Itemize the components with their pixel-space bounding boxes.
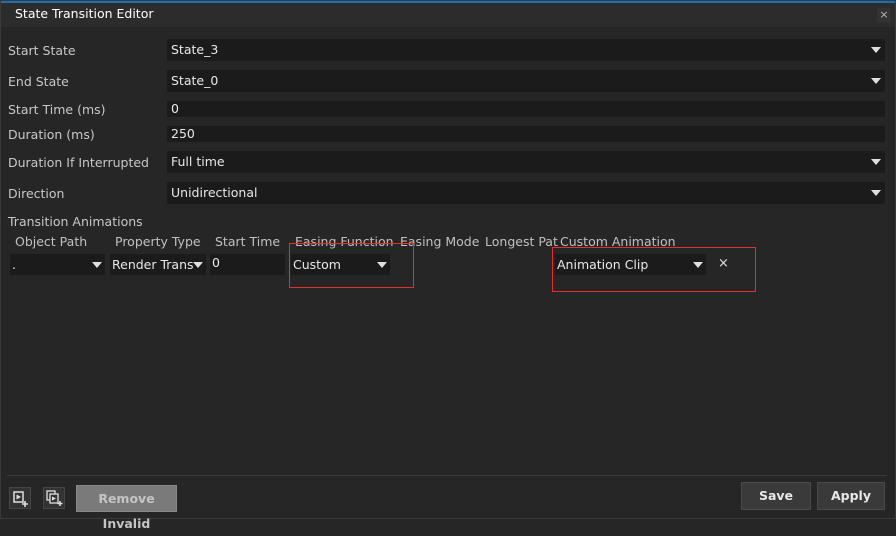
chevron-down-icon bbox=[871, 78, 881, 84]
property-type-value: Render Trans bbox=[112, 257, 194, 272]
duration-interrupted-label: Duration If Interrupted bbox=[8, 155, 149, 170]
object-path-dropdown[interactable]: . bbox=[10, 254, 105, 275]
start-state-value: State_3 bbox=[171, 42, 219, 57]
column-header-object-path: Object Path bbox=[15, 234, 88, 249]
add-animation-icon bbox=[13, 491, 28, 507]
duration-interrupted-value: Full time bbox=[171, 154, 225, 169]
footer-divider bbox=[7, 475, 887, 476]
end-state-dropdown[interactable]: State_0 bbox=[167, 70, 885, 92]
chevron-down-icon bbox=[871, 159, 881, 165]
column-header-longest-path: Longest Patl bbox=[485, 234, 559, 249]
close-icon[interactable]: × bbox=[877, 8, 891, 22]
highlight-custom-animation bbox=[552, 247, 756, 292]
row-start-time-input[interactable]: 0 bbox=[210, 254, 285, 275]
direction-value: Unidirectional bbox=[171, 185, 258, 200]
direction-label: Direction bbox=[8, 186, 65, 201]
end-state-label: End State bbox=[8, 74, 69, 89]
save-button[interactable]: Save bbox=[741, 482, 811, 510]
title-bar: State Transition Editor × bbox=[1, 1, 895, 27]
add-animation-button[interactable] bbox=[9, 487, 31, 509]
direction-dropdown[interactable]: Unidirectional bbox=[167, 182, 885, 204]
apply-button[interactable]: Apply bbox=[817, 482, 885, 510]
duration-label: Duration (ms) bbox=[8, 127, 95, 142]
remove-invalid-button[interactable]: Remove Invalid bbox=[76, 485, 177, 531]
property-type-dropdown[interactable]: Render Trans bbox=[110, 254, 206, 275]
chevron-down-icon bbox=[871, 47, 881, 53]
chevron-down-icon bbox=[871, 190, 881, 196]
duration-input[interactable]: 250 bbox=[167, 126, 885, 142]
start-state-dropdown[interactable]: State_3 bbox=[167, 39, 885, 61]
end-state-value: State_0 bbox=[171, 73, 219, 88]
column-header-property-type: Property Type bbox=[115, 234, 201, 249]
duration-interrupted-dropdown[interactable]: Full time bbox=[167, 151, 885, 173]
chevron-down-icon bbox=[92, 262, 102, 268]
duplicate-animation-button[interactable] bbox=[43, 487, 65, 509]
start-state-label: Start State bbox=[8, 43, 76, 58]
object-path-value: . bbox=[12, 257, 16, 272]
chevron-down-icon bbox=[193, 262, 203, 268]
start-time-label: Start Time (ms) bbox=[8, 102, 106, 117]
window-title: State Transition Editor bbox=[15, 6, 154, 21]
duplicate-animation-icon bbox=[46, 490, 63, 506]
transition-animations-label: Transition Animations bbox=[8, 214, 143, 229]
state-transition-editor-window: State Transition Editor × Start State St… bbox=[0, 0, 896, 531]
highlight-easing-function bbox=[289, 243, 414, 288]
column-header-start-time: Start Time bbox=[215, 234, 281, 249]
start-time-input[interactable]: 0 bbox=[167, 101, 885, 117]
